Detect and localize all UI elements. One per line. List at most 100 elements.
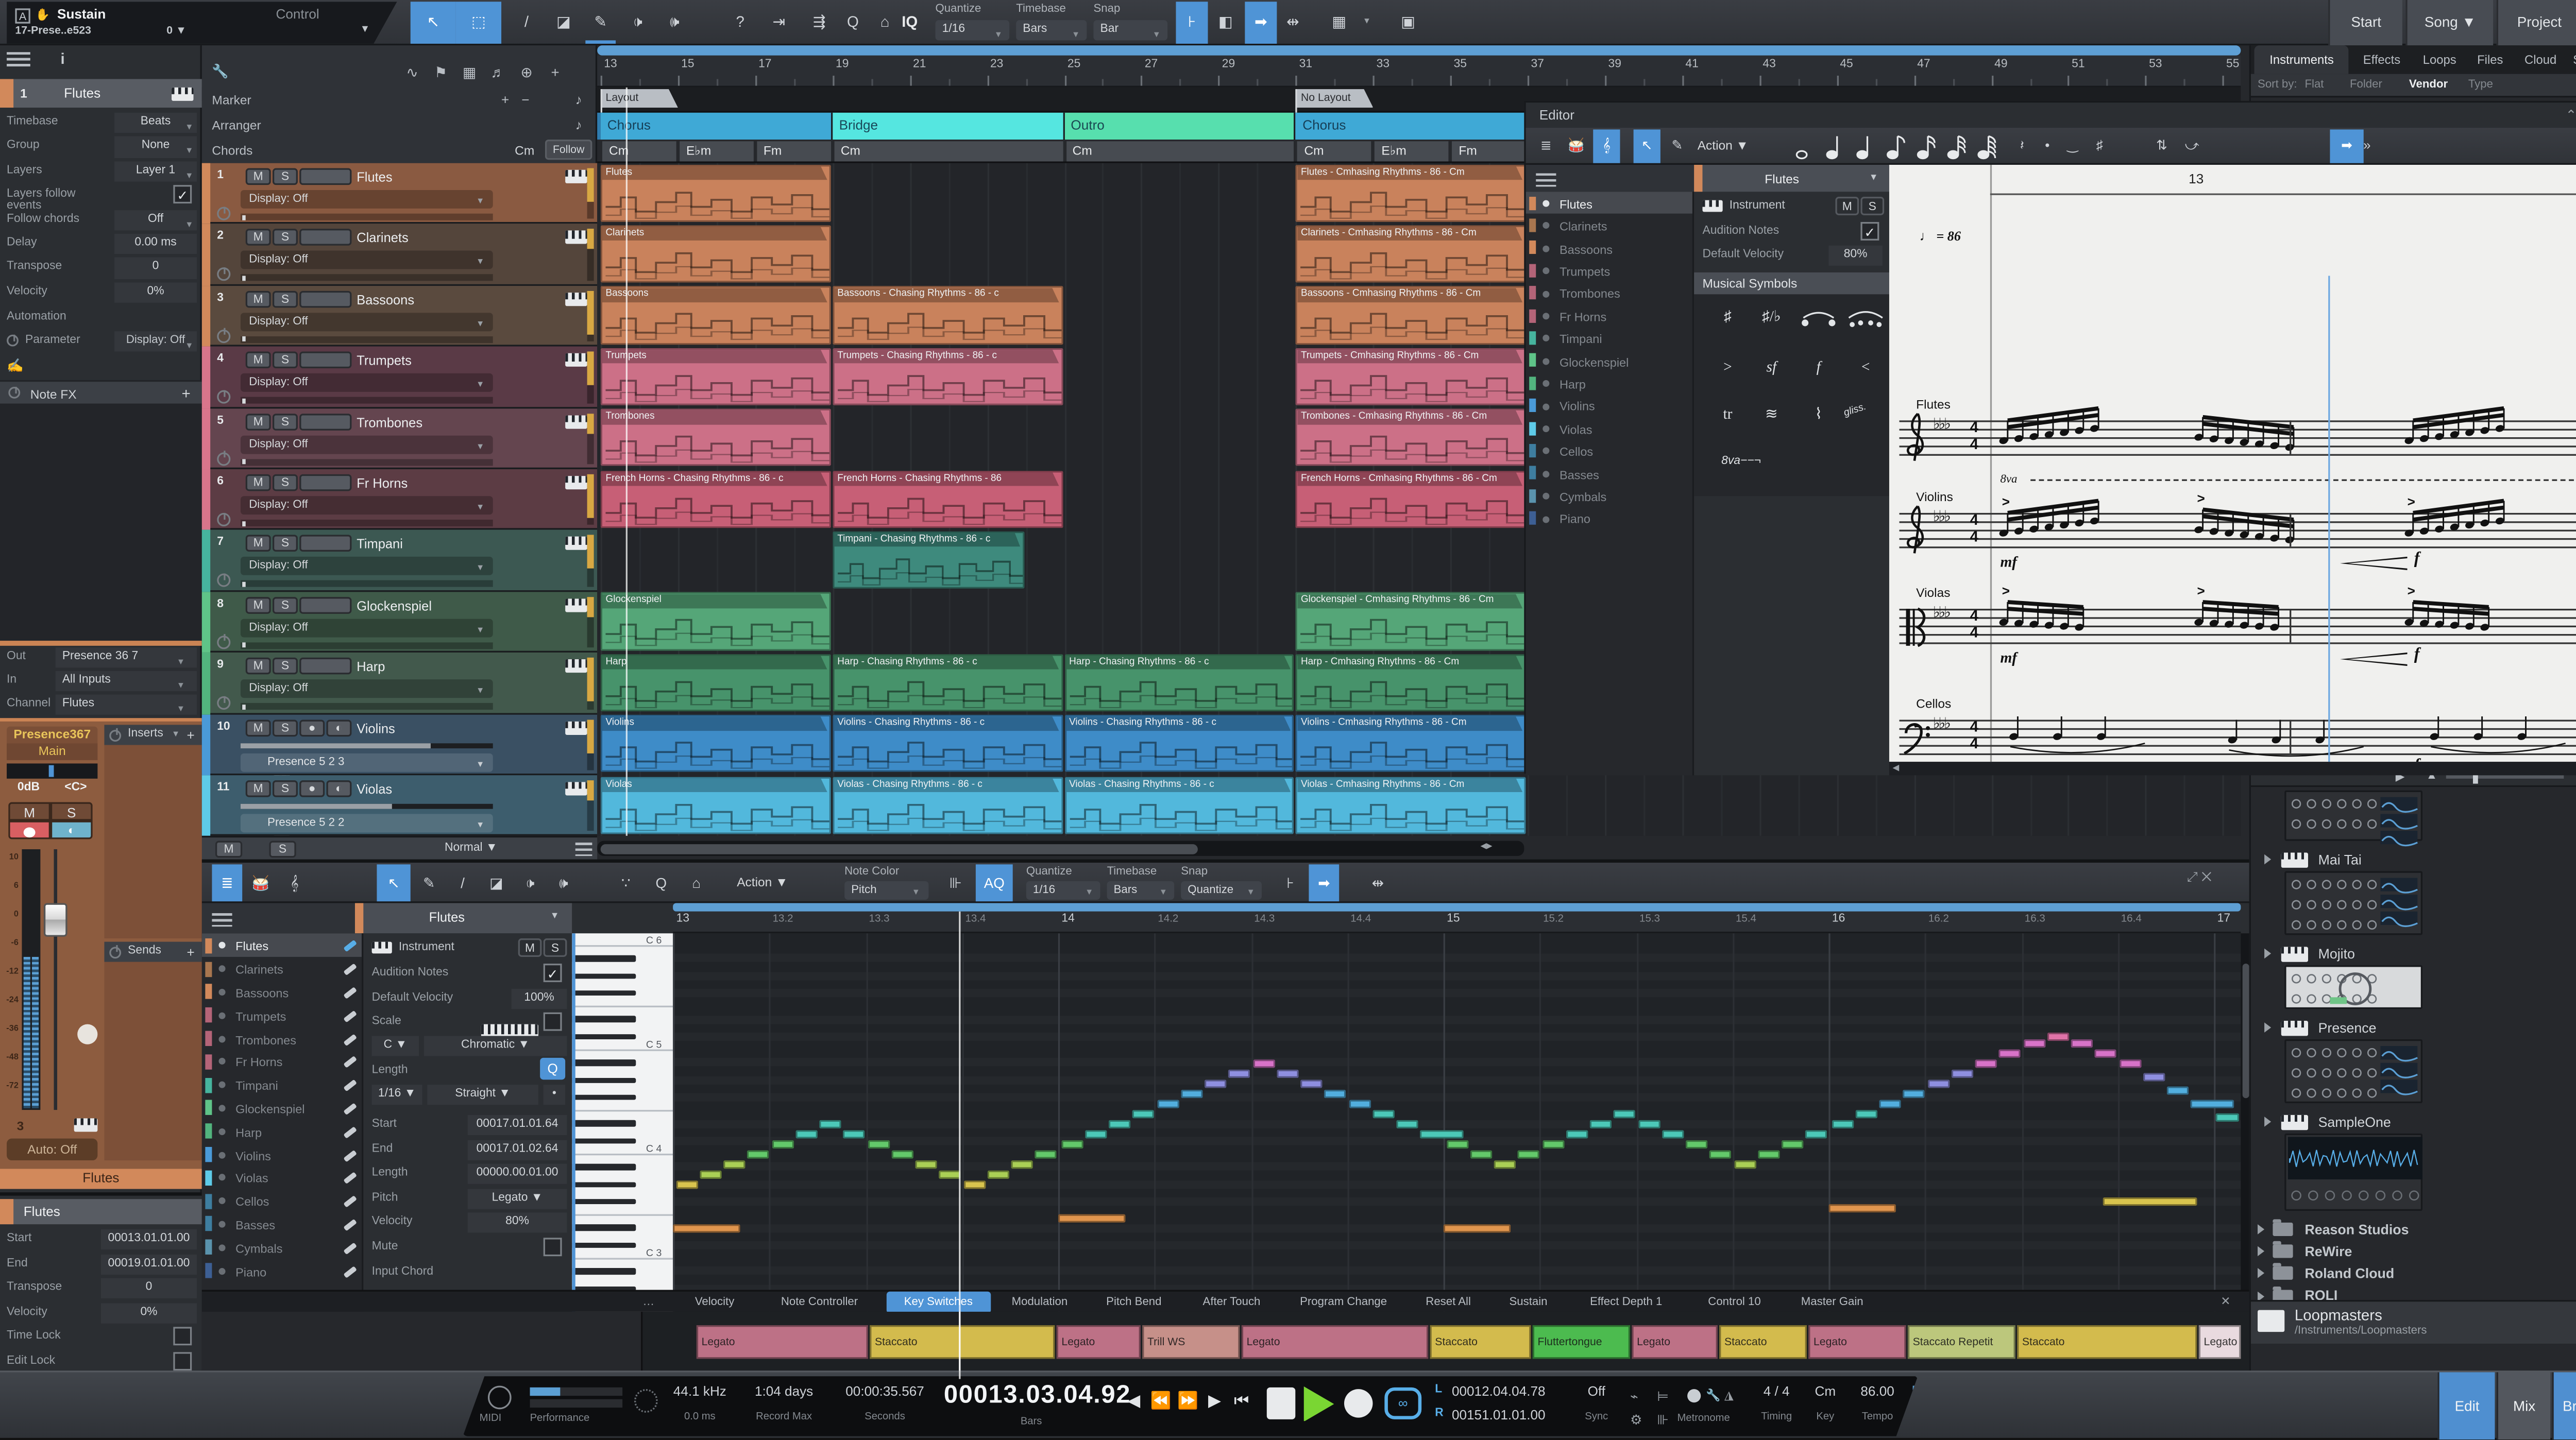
arrange-ruler[interactable]: 13 15 17 19 21 23 25 27 29 31 33 35 37 39 41 43 45 47 49 51… — [597, 55, 2241, 88]
black-key[interactable] — [572, 1034, 636, 1040]
pr-track-item-fr-horns[interactable]: Fr Horns — [202, 1050, 362, 1073]
midi-note[interactable] — [1638, 1120, 1660, 1128]
browser-item-mojito[interactable]: Mojito — [2251, 942, 2576, 964]
note-color-select[interactable]: Pitch ▼ — [844, 882, 929, 901]
arrange-tool-icon-2[interactable]: ▦ — [457, 64, 481, 84]
midi-note[interactable] — [676, 1180, 699, 1189]
track-solo-button[interactable]: S — [272, 658, 298, 675]
midi-note[interactable] — [1903, 1089, 1925, 1098]
keyswitch-trill-ws[interactable]: Trill WS — [1142, 1326, 1240, 1360]
track-header-glockenspiel[interactable]: 8 M S Glockenspiel Display: Off ▼ — [201, 591, 598, 653]
pr-track-item-cymbals[interactable]: Cymbals — [202, 1236, 362, 1259]
sc-action-select[interactable]: Action ▼ — [1698, 133, 1778, 158]
chord-block[interactable]: Cm — [602, 140, 676, 162]
clip-harp[interactable]: Harp - Chasing Rhythms - 86 - c — [832, 654, 1063, 712]
midi-note[interactable] — [700, 1170, 722, 1178]
snap-toggle[interactable]: ⊦ — [1176, 2, 1208, 44]
pr-mode-select[interactable]: Chromatic ▼ — [423, 1035, 567, 1056]
track-power-icon[interactable] — [217, 512, 231, 527]
pr-corner-icons[interactable]: ⤢ ✕ — [2187, 870, 2238, 894]
midi-note[interactable] — [1928, 1079, 1950, 1088]
chord-block[interactable]: E♭m — [1375, 140, 1449, 162]
marker-music-icon[interactable]: ♪ — [575, 93, 589, 108]
midi-note[interactable] — [891, 1150, 914, 1158]
inspector-row-value[interactable]: 0% — [114, 282, 197, 303]
sc-track-item-violins[interactable]: Violins — [1526, 395, 1692, 417]
midi-note[interactable] — [2094, 1049, 2116, 1057]
sc-track-item-glockenspiel[interactable]: Glockenspiel — [1526, 350, 1692, 372]
track-display-select[interactable]: Display: Off ▼ — [240, 557, 493, 576]
inspector-row-value[interactable]: 0 — [114, 258, 197, 279]
midi-note[interactable] — [2024, 1039, 2046, 1047]
preview-slider[interactable] — [2446, 775, 2564, 779]
sc-track-item-trumpets[interactable]: Trumpets — [1526, 259, 1692, 282]
clip-violas[interactable]: Violas - Cmhasing Rhythms - 86 - Cm — [1296, 776, 1526, 834]
clip-trombones[interactable]: Trombones — [600, 408, 831, 467]
performance-meter2[interactable] — [530, 1400, 623, 1409]
pr-menu-icon[interactable] — [212, 914, 232, 928]
midi-note[interactable] — [1157, 1100, 1179, 1108]
sc-score-toggle[interactable]: 𝄞 — [1593, 129, 1620, 163]
track-progress-bar[interactable] — [240, 519, 493, 527]
symbol-tie[interactable] — [1799, 308, 1839, 341]
midi-note[interactable] — [987, 1170, 1010, 1178]
transport-nav-1[interactable]: ⏪ — [1149, 1390, 1173, 1416]
midi-note[interactable] — [1035, 1150, 1057, 1158]
lane-tab-pitch-bend[interactable]: Pitch Bend — [1089, 1292, 1179, 1314]
arranger-section-outro[interactable]: Outro — [1064, 112, 1296, 139]
pr-track-item-piano[interactable]: Piano — [202, 1259, 362, 1282]
grid-toggle[interactable]: ◧ — [1210, 2, 1242, 44]
footer-list-icon[interactable] — [575, 843, 592, 857]
arrange-hscroll-handle[interactable] — [600, 843, 1198, 854]
lane-tab-reset-all[interactable]: Reset All — [1406, 1292, 1490, 1314]
tool-split[interactable]: / — [508, 2, 545, 44]
symbol-slur[interactable] — [1845, 308, 1886, 341]
pr-item-pencil-icon[interactable] — [343, 1242, 357, 1254]
track-solo-button[interactable]: S — [272, 229, 298, 247]
pr-note-grid[interactable] — [673, 934, 2241, 1314]
track-spacer-button[interactable] — [299, 413, 352, 430]
pr-field-value[interactable]: 00017.01.01.64 — [467, 1115, 567, 1136]
fader-cap[interactable] — [43, 903, 67, 937]
track-mute-button[interactable]: M — [245, 474, 271, 491]
midi-note[interactable] — [1396, 1120, 1418, 1128]
sc-flip-icon[interactable]: ⇅ — [2148, 129, 2175, 163]
midi-note[interactable] — [1085, 1130, 1107, 1138]
quantize-select[interactable]: 1/16 ▼ — [935, 20, 1010, 41]
track-progress-bar[interactable] — [240, 397, 493, 404]
lane-tab-velocity[interactable]: Velocity — [676, 1292, 753, 1314]
expand-arrow-icon[interactable] — [2258, 1291, 2266, 1301]
pr-track-item-glockenspiel[interactable]: Glockenspiel — [202, 1096, 362, 1120]
track-header-timpani[interactable]: 7 M S Timpani Display: Off ▼ — [201, 530, 598, 592]
midi-note[interactable] — [2143, 1073, 2165, 1081]
black-key[interactable] — [572, 1120, 636, 1127]
pr-default-velocity-value[interactable]: 100% — [511, 988, 567, 1008]
symbol-f[interactable]: f — [1799, 358, 1839, 392]
sc-dot-icon[interactable]: • — [2037, 129, 2057, 163]
track-header-trumpets[interactable]: 4 M S Trumpets Display: Off ▼ — [201, 347, 598, 408]
midi-note[interactable] — [1228, 1069, 1250, 1077]
arranger-section-bridge[interactable]: Bridge — [832, 112, 1064, 139]
sc-inst-mute-button[interactable]: M — [1835, 197, 1859, 215]
pr-hscroll-top[interactable] — [673, 903, 2241, 913]
lane-close-icon[interactable]: ✕ — [2221, 1296, 2238, 1311]
score-hscroll-left-icon[interactable]: ◀ — [1892, 763, 1906, 774]
expand-arrow-icon[interactable] — [2264, 1022, 2273, 1033]
symbol-[interactable]: ♯/♭ — [1751, 308, 1791, 341]
track-power-icon[interactable] — [217, 267, 231, 282]
event-row-value[interactable]: 00019.01.01.00 — [100, 1254, 197, 1274]
track-spacer-button[interactable] — [299, 596, 352, 614]
inserts-caret-icon[interactable]: ▼ — [172, 730, 183, 742]
sends-add-icon[interactable]: + — [187, 944, 200, 959]
midi-note[interactable] — [1204, 1079, 1227, 1088]
sc-track-item-trombones[interactable]: Trombones — [1526, 282, 1692, 304]
browser-item-mai-tai[interactable]: Mai Tai — [2251, 848, 2576, 869]
midi-note[interactable] — [2071, 1039, 2093, 1047]
pr-aq-toggle[interactable]: AQ — [975, 865, 1013, 902]
track-mute-button[interactable]: M — [245, 229, 271, 247]
track-mute-button[interactable]: M — [245, 290, 271, 307]
clip-violas[interactable]: Violas - Chasing Rhythms - 86 - c — [832, 776, 1063, 834]
expand-arrow-icon[interactable] — [2264, 854, 2273, 865]
bus-name[interactable]: Main — [7, 743, 98, 760]
mute-button[interactable]: M — [8, 802, 50, 821]
